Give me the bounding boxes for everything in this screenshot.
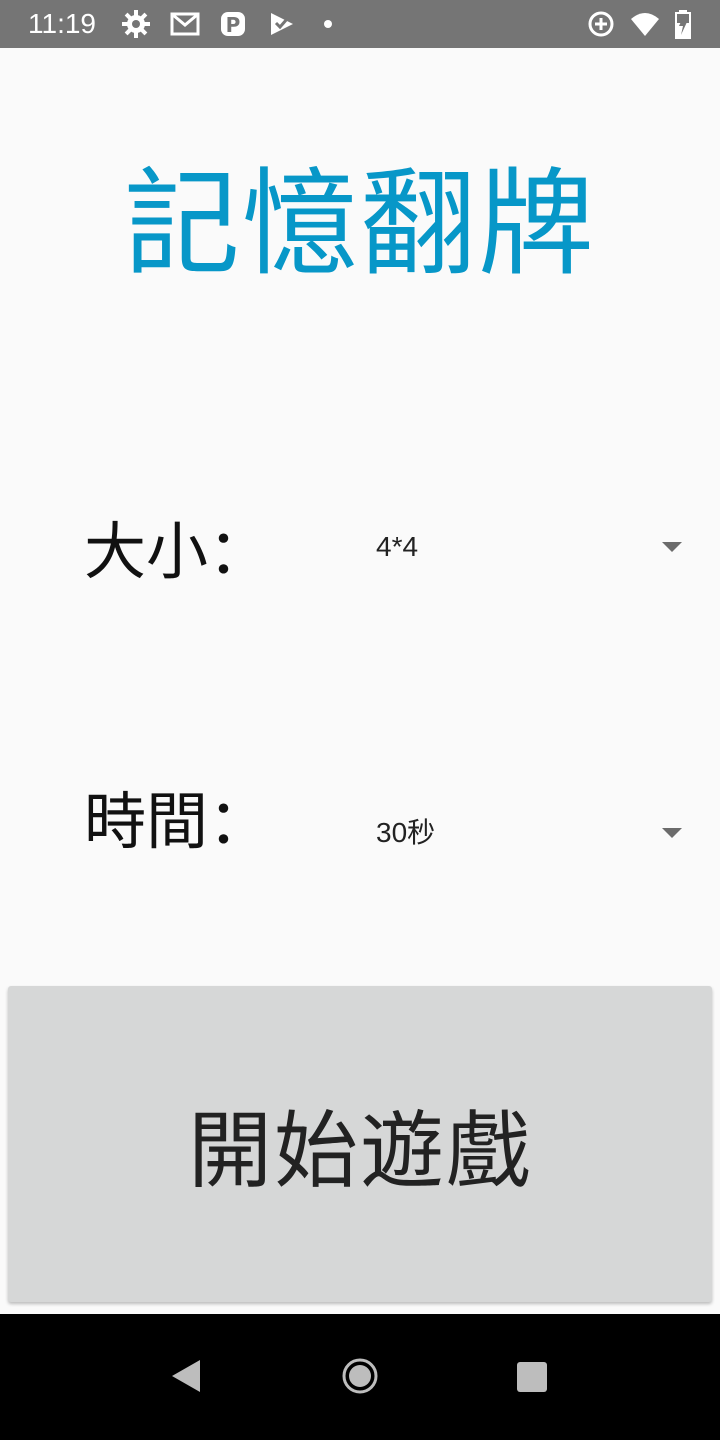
back-icon[interactable] — [170, 1358, 202, 1394]
status-bar: 11:19 P — [0, 0, 720, 48]
recents-icon[interactable] — [517, 1362, 547, 1392]
gmail-icon — [170, 12, 200, 36]
battery-charging-icon — [675, 10, 691, 39]
status-time: 11:19 — [28, 8, 96, 39]
settings-icon — [122, 10, 150, 38]
size-label: 大小： — [84, 515, 271, 588]
time-spinner-value: 30秒 — [376, 817, 436, 848]
home-icon[interactable] — [342, 1358, 378, 1394]
time-spinner[interactable]: 30秒 — [372, 798, 692, 868]
p-app-icon: P — [221, 12, 245, 37]
check-app-icon — [271, 13, 293, 35]
svg-text:P: P — [226, 13, 241, 37]
app-title: 記憶翻牌 — [124, 157, 596, 292]
size-spinner-value: 4*4 — [376, 531, 419, 562]
data-saver-icon — [588, 11, 614, 37]
dropdown-arrow-icon — [662, 542, 682, 552]
start-game-button[interactable]: 開始遊戲 — [8, 986, 712, 1302]
wifi-icon — [631, 13, 659, 36]
time-label: 時間： — [84, 785, 271, 858]
dropdown-arrow-icon — [662, 828, 682, 838]
size-spinner[interactable]: 4*4 — [372, 512, 692, 582]
dot-icon — [324, 20, 332, 28]
